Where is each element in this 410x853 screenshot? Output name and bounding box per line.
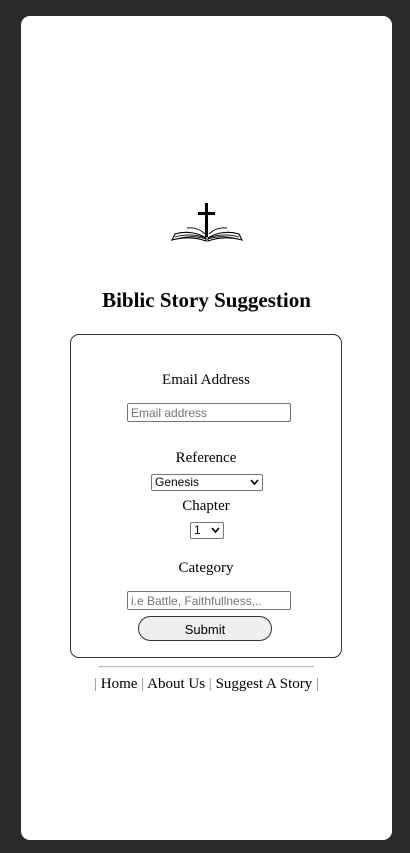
- footer-separator: |: [141, 676, 145, 692]
- main-card: Biblic Story Suggestion Email Address Re…: [21, 16, 392, 840]
- reference-select[interactable]: Genesis: [151, 474, 263, 491]
- footer-separator: |: [316, 676, 320, 692]
- page-title: Biblic Story Suggestion: [102, 288, 311, 312]
- cross-book-icon: [171, 203, 243, 242]
- footer-link-about-us[interactable]: About Us: [147, 676, 205, 692]
- chapter-label: Chapter: [182, 498, 230, 514]
- email-field[interactable]: [127, 403, 291, 422]
- chevron-down-icon: [211, 527, 220, 534]
- footer-separator: |: [93, 676, 97, 692]
- chevron-down-icon: [250, 479, 259, 486]
- footer-link-suggest-a-story[interactable]: Suggest A Story: [216, 676, 313, 692]
- footer-link-home[interactable]: Home: [101, 676, 138, 692]
- submit-button[interactable]: Submit: [138, 616, 272, 641]
- category-label: Category: [178, 560, 234, 576]
- email-label: Email Address: [162, 372, 250, 388]
- category-field[interactable]: [127, 591, 291, 610]
- footer-divider: [98, 666, 314, 668]
- footer-separator: |: [208, 676, 212, 692]
- suggestion-form: Email Address Reference Genesis Chapter …: [70, 334, 342, 658]
- chapter-select[interactable]: 1: [190, 522, 224, 539]
- chapter-selected-value: 1: [194, 523, 201, 537]
- reference-label: Reference: [175, 450, 237, 466]
- footer-nav: | Home | About Us | Suggest A Story |: [21, 676, 392, 693]
- reference-selected-value: Genesis: [155, 475, 200, 489]
